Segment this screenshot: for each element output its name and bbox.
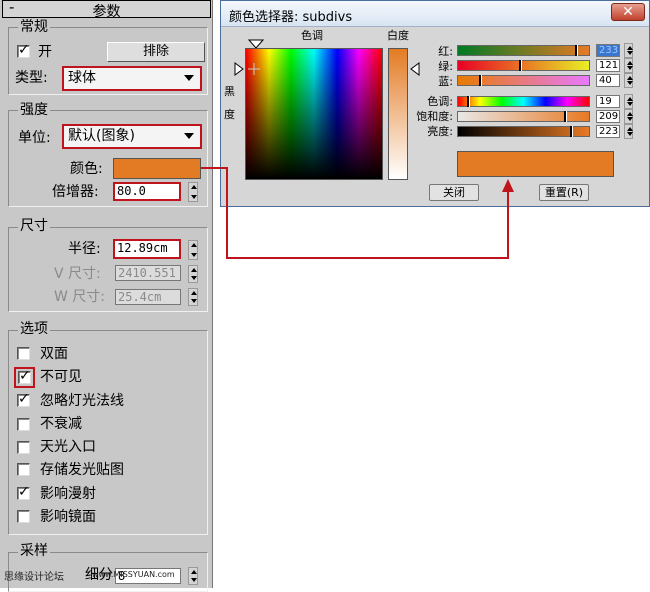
hue-slider[interactable]: [457, 96, 590, 107]
color-swatch[interactable]: [113, 158, 201, 179]
no-decay-label: 不衰减: [40, 416, 82, 432]
on-checkbox[interactable]: [17, 42, 30, 58]
blue-value-input[interactable]: 40: [596, 74, 620, 87]
type-dropdown[interactable]: 球体: [62, 66, 202, 91]
affect-specular-label: 影响镜面: [40, 509, 96, 525]
general-group-title: 常规: [18, 19, 50, 35]
w-size-label: W 尺寸:: [54, 289, 106, 305]
no-decay-checkbox[interactable]: [17, 418, 30, 431]
blackness-label-bottom: 度: [224, 108, 235, 121]
crosshair-icon: [248, 63, 260, 75]
saturation-slider[interactable]: [457, 111, 590, 122]
brightness-slider-knob[interactable]: [570, 126, 572, 137]
blue-slider[interactable]: [457, 75, 590, 86]
whiteness-pointer-icon[interactable]: [410, 62, 420, 76]
units-dropdown-value: 默认(图象): [68, 128, 135, 144]
brightness-spinner[interactable]: [624, 124, 633, 139]
rollout-header[interactable]: - 参数: [2, 0, 211, 20]
color-preview: [457, 151, 614, 177]
chevron-down-icon: [184, 75, 194, 81]
brightness-value-input[interactable]: 223: [596, 125, 620, 138]
saturation-spinner[interactable]: [624, 109, 633, 124]
brightness-slider[interactable]: [457, 126, 590, 137]
affect-diffuse-checkbox[interactable]: [17, 484, 30, 500]
green-value-input[interactable]: 121: [596, 59, 620, 72]
radius-label: 半径:: [68, 241, 101, 257]
dialog-title: 颜色选择器: subdivs: [229, 10, 353, 25]
red-slider-knob[interactable]: [575, 45, 577, 56]
store-irradiance-checkbox[interactable]: [17, 463, 30, 476]
color-label: 颜色:: [70, 161, 103, 177]
chevron-down-icon: [184, 133, 194, 139]
sampling-group-title: 采样: [18, 543, 50, 559]
close-icon[interactable]: ✕: [611, 3, 645, 21]
affect-specular-checkbox[interactable]: [17, 510, 30, 523]
w-size-spinner[interactable]: [188, 288, 198, 306]
red-value-input[interactable]: 233: [596, 44, 620, 57]
ignore-light-normals-label: 忽略灯光法线: [40, 393, 124, 409]
store-irradiance-label: 存储发光贴图: [40, 462, 124, 478]
hue-slider-label: 色调:: [427, 95, 453, 108]
reset-button[interactable]: 重置(R): [539, 184, 589, 201]
blue-spinner[interactable]: [624, 73, 633, 88]
size-group-title: 尺寸: [18, 218, 50, 234]
options-group-title: 选项: [18, 321, 50, 337]
green-slider[interactable]: [457, 60, 590, 71]
hue-spinner[interactable]: [624, 94, 633, 109]
parameters-panel: - 参数 常规 开 排除 类型: 球体 强度 单位: 默认(图象) 颜色: 倍增…: [0, 0, 213, 592]
v-size-spinner[interactable]: [188, 265, 198, 283]
ignore-light-normals-checkbox[interactable]: [17, 391, 30, 407]
hue-slider-knob[interactable]: [467, 96, 469, 107]
green-slider-knob[interactable]: [519, 60, 521, 71]
radius-input[interactable]: 12.89cm: [113, 239, 181, 259]
blackness-label-top: 黑: [224, 85, 235, 98]
multiplier-input[interactable]: 80.0: [113, 182, 181, 201]
whiteness-bar[interactable]: [388, 48, 408, 180]
subdivs-spinner[interactable]: [188, 567, 198, 585]
red-slider[interactable]: [457, 45, 590, 56]
blue-label: 蓝:: [438, 75, 453, 88]
on-label: 开: [38, 44, 52, 60]
invisible-label: 不可见: [40, 369, 82, 385]
red-spinner[interactable]: [624, 43, 633, 58]
options-group: [8, 330, 208, 535]
rollout-title: 参数: [92, 4, 121, 20]
units-label: 单位:: [18, 130, 51, 146]
hue-value-input[interactable]: 19: [596, 95, 620, 108]
green-label: 绿:: [438, 60, 453, 73]
skylight-portal-label: 天光入口: [40, 439, 96, 455]
v-size-label: V 尺寸:: [54, 266, 101, 282]
exclude-button[interactable]: 排除: [107, 42, 205, 62]
watermark-right: www.MISSYUAN.com: [92, 570, 175, 579]
v-size-input[interactable]: 2410.551: [115, 265, 181, 281]
two-sided-label: 双面: [40, 346, 68, 362]
type-dropdown-value: 球体: [68, 70, 96, 86]
brightness-label: 亮度:: [427, 125, 453, 138]
hue-blackness-field[interactable]: [245, 48, 383, 180]
green-spinner[interactable]: [624, 58, 633, 73]
close-button[interactable]: 关闭: [429, 184, 479, 201]
w-size-input[interactable]: 25.4cm: [115, 289, 181, 305]
watermark-left: 思缘设计论坛: [4, 572, 64, 583]
blackness-pointer-icon[interactable]: [234, 62, 244, 76]
units-dropdown[interactable]: 默认(图象): [62, 124, 202, 149]
saturation-value-input[interactable]: 209: [596, 110, 620, 123]
saturation-label: 饱和度:: [416, 110, 453, 123]
hue-label: 色调: [301, 29, 323, 42]
radius-spinner[interactable]: [188, 240, 198, 260]
two-sided-checkbox[interactable]: [17, 347, 30, 360]
affect-diffuse-label: 影响漫射: [40, 486, 96, 502]
skylight-portal-checkbox[interactable]: [17, 441, 30, 454]
intensity-group-title: 强度: [18, 102, 50, 118]
red-label: 红:: [438, 45, 453, 58]
invisible-checkbox[interactable]: [18, 368, 31, 384]
dialog-titlebar[interactable]: 颜色选择器: subdivs ✕: [221, 1, 649, 27]
saturation-slider-knob[interactable]: [564, 111, 566, 122]
multiplier-label: 倍增器:: [52, 184, 99, 200]
multiplier-spinner[interactable]: [188, 182, 198, 202]
type-label: 类型:: [15, 70, 48, 86]
blue-slider-knob[interactable]: [479, 75, 481, 86]
whiteness-label: 白度: [387, 29, 409, 42]
color-picker-dialog: 颜色选择器: subdivs ✕ 色调 白度 黑 度 红: 233 绿: 121…: [220, 0, 650, 207]
